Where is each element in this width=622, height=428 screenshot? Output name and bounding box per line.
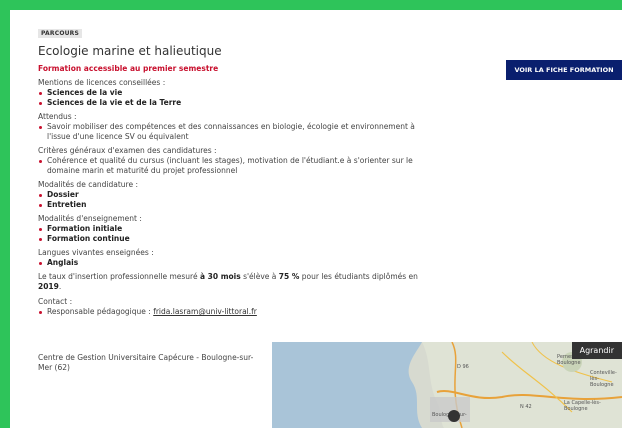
- section-attendus: Attendus : Savoir mobiliser des compéten…: [38, 112, 428, 142]
- list-item: Dossier: [38, 190, 428, 200]
- list-item: Anglais: [38, 258, 428, 268]
- location-map[interactable]: D 96 Pernes-lès-Boulogne Conteville-lès-…: [272, 342, 622, 428]
- insertion-rate: 75 %: [278, 272, 300, 281]
- contact-label: Responsable pédagogique :: [47, 307, 154, 316]
- section-modalites-enseignement: Modalités d'enseignement : Formation ini…: [38, 214, 428, 244]
- map-label: La Capelle-lès-Boulogne: [564, 400, 601, 412]
- program-content: PARCOURS Ecologie marine et halieutique …: [38, 20, 428, 321]
- parcours-tag: PARCOURS: [38, 29, 83, 38]
- list-item: Sciences de la vie et de la Terre: [38, 98, 428, 108]
- list-item: Formation initiale: [38, 224, 428, 234]
- section-title: Attendus :: [38, 112, 77, 121]
- candidature-list: Dossier Entretien: [38, 190, 428, 210]
- insertion-middle: s'élève à: [240, 272, 279, 281]
- attendus-list: Savoir mobiliser des compétences et des …: [38, 122, 428, 142]
- section-title: Critères généraux d'examen des candidatu…: [38, 146, 217, 155]
- enseignement-list: Formation initiale Formation continue: [38, 224, 428, 244]
- section-contact: Contact : Responsable pédagogique : frid…: [38, 297, 428, 317]
- section-title: Mentions de licences conseillées :: [38, 78, 166, 87]
- list-item: Formation continue: [38, 234, 428, 244]
- program-card: PARCOURS Ecologie marine et halieutique …: [10, 10, 622, 428]
- map-label: N 42: [520, 404, 532, 410]
- criteres-list: Cohérence et qualité du cursus (incluant…: [38, 156, 428, 176]
- insertion-suffix: pour les étudiants diplômés en: [299, 272, 418, 281]
- section-title: Modalités de candidature :: [38, 180, 139, 189]
- mentions-list: Sciences de la vie Sciences de la vie et…: [38, 88, 428, 108]
- contact-list: Responsable pédagogique : frida.lasram@u…: [38, 307, 428, 317]
- section-mentions: Mentions de licences conseillées : Scien…: [38, 78, 428, 108]
- list-item: Sciences de la vie: [38, 88, 428, 98]
- insertion-end: .: [58, 282, 62, 291]
- view-program-button[interactable]: VOIR LA FICHE FORMATION: [506, 60, 622, 80]
- contact-email-link[interactable]: frida.lasram@univ-littoral.fr: [153, 307, 257, 316]
- map-label: D 96: [457, 364, 469, 370]
- insertion-duration: à 30 mois: [199, 272, 241, 281]
- section-title: Contact :: [38, 297, 73, 306]
- campus-address: Centre de Gestion Universitaire Capécure…: [38, 353, 254, 372]
- map-label: Conteville-lès-Boulogne: [590, 370, 617, 388]
- langues-list: Anglais: [38, 258, 428, 268]
- insertion-rate-text: Le taux d'insertion professionnelle mesu…: [38, 272, 428, 292]
- insertion-year: 2019: [38, 282, 59, 291]
- list-item: Responsable pédagogique : frida.lasram@u…: [38, 307, 428, 317]
- program-title: Ecologie marine et halieutique: [38, 44, 222, 58]
- expand-map-button[interactable]: Agrandir: [571, 342, 622, 359]
- section-criteres: Critères généraux d'examen des candidatu…: [38, 146, 428, 176]
- semester-alert: Formation accessible au premier semestre: [38, 64, 219, 73]
- list-item: Cohérence et qualité du cursus (incluant…: [38, 156, 428, 176]
- section-title: Langues vivantes enseignées :: [38, 248, 154, 257]
- map-pin-icon[interactable]: [448, 410, 460, 422]
- list-item: Entretien: [38, 200, 428, 210]
- section-modalites-candidature: Modalités de candidature : Dossier Entre…: [38, 180, 428, 210]
- section-title: Modalités d'enseignement :: [38, 214, 142, 223]
- section-langues: Langues vivantes enseignées : Anglais: [38, 248, 428, 268]
- sea-area: [272, 342, 422, 428]
- insertion-prefix: Le taux d'insertion professionnelle mesu…: [38, 272, 200, 281]
- list-item: Savoir mobiliser des compétences et des …: [38, 122, 428, 142]
